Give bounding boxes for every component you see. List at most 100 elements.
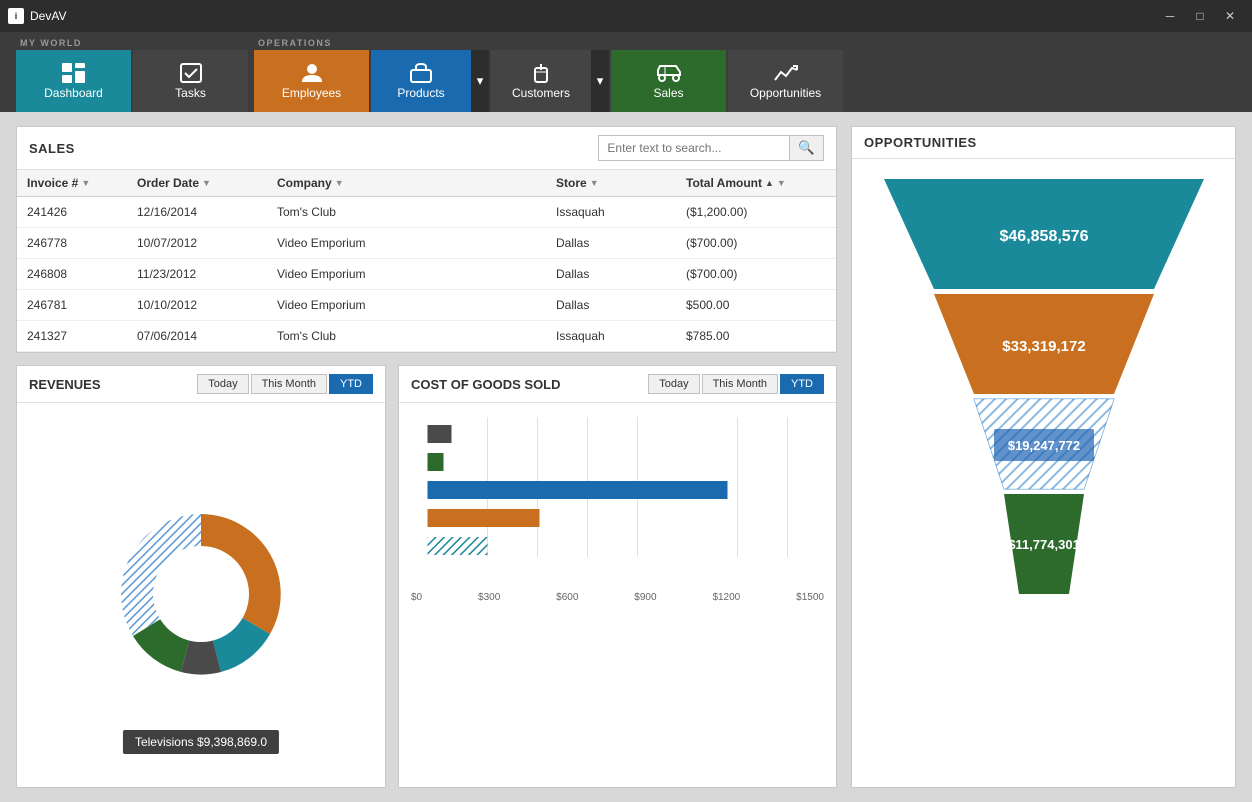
filter-icon-invoice[interactable]: ▼	[81, 178, 90, 188]
axis-label-600: $600	[556, 592, 578, 603]
nav-tile-employees[interactable]: Employees	[254, 50, 369, 112]
funnel-chart: $46,858,576 $33,319,172 $19,247,772 $11,…	[874, 179, 1214, 679]
td-store: Dallas	[546, 228, 676, 258]
axis-label-0: $0	[411, 592, 422, 603]
td-store: Dallas	[546, 290, 676, 320]
search-input[interactable]	[599, 137, 789, 159]
revenues-btn-ytd[interactable]: YTD	[329, 374, 373, 394]
svg-text:$19,247,772: $19,247,772	[1007, 438, 1079, 453]
table-header: Invoice # ▼ Order Date ▼ Company ▼ Store…	[17, 170, 836, 197]
titlebar: i DevAV ─ □ ✕	[0, 0, 1252, 32]
nav-tile-opportunities[interactable]: Opportunities	[728, 50, 843, 112]
revenues-panel: REVENUES Today This Month YTD	[16, 365, 386, 788]
nav-tile-sales[interactable]: Sales	[611, 50, 726, 112]
nav-tile-dashboard[interactable]: Dashboard	[16, 50, 131, 112]
td-company: Tom's Club	[267, 321, 546, 351]
td-invoice: 241426	[17, 197, 127, 227]
nav-tile-products[interactable]: Products	[371, 50, 471, 112]
my-world-label: MY WORLD	[16, 36, 248, 50]
cogs-btn-today[interactable]: Today	[648, 374, 699, 394]
filter-icon-date[interactable]: ▼	[202, 178, 211, 188]
customers-label: Customers	[512, 86, 570, 100]
td-date: 11/23/2012	[127, 259, 267, 289]
axis-label-1200: $1200	[712, 592, 740, 603]
td-invoice: 246778	[17, 228, 127, 258]
cogs-btn-group: Today This Month YTD	[648, 374, 824, 394]
th-store: Store ▼	[546, 170, 676, 196]
table-row[interactable]: 241426 12/16/2014 Tom's Club Issaquah ($…	[17, 197, 836, 228]
opportunities-label: Opportunities	[750, 86, 821, 100]
nav-tile-customers-wrapper: Customers ▾	[491, 50, 609, 112]
main-content: SALES 🔍 Invoice # ▼ Order Date ▼ Company	[0, 112, 1252, 802]
left-panel: SALES 🔍 Invoice # ▼ Order Date ▼ Company	[16, 126, 837, 788]
sales-panel: SALES 🔍 Invoice # ▼ Order Date ▼ Company	[16, 126, 837, 353]
opportunities-header: OPPORTUNITIES	[852, 127, 1235, 159]
close-button[interactable]: ✕	[1216, 6, 1244, 26]
th-order-date: Order Date ▼	[127, 170, 267, 196]
donut-chart	[51, 494, 351, 694]
table-body: 241426 12/16/2014 Tom's Club Issaquah ($…	[17, 197, 836, 352]
svg-text:$11,774,301: $11,774,301	[1008, 537, 1080, 552]
titlebar-left: i DevAV	[8, 8, 66, 24]
operations-label: OPERATIONS	[254, 36, 843, 50]
filter-icon-store[interactable]: ▼	[590, 178, 599, 188]
my-world-section: MY WORLD Dashboard	[16, 36, 248, 112]
td-company: Tom's Club	[267, 197, 546, 227]
td-invoice: 246781	[17, 290, 127, 320]
cogs-title: COST OF GOODS SOLD	[411, 377, 561, 392]
axis-label-1500: $1500	[796, 592, 824, 603]
filter-icon-company[interactable]: ▼	[335, 178, 344, 188]
titlebar-controls[interactable]: ─ □ ✕	[1156, 6, 1244, 26]
opportunities-icon	[773, 62, 799, 84]
minimize-button[interactable]: ─	[1156, 6, 1184, 26]
revenues-btn-today[interactable]: Today	[197, 374, 248, 394]
tasks-label: Tasks	[175, 86, 206, 100]
revenues-title: REVENUES	[29, 377, 101, 392]
sales-label: Sales	[653, 86, 683, 100]
td-amount: ($700.00)	[676, 259, 836, 289]
maximize-button[interactable]: □	[1186, 6, 1214, 26]
axis-label-300: $300	[478, 592, 500, 603]
cogs-btn-month[interactable]: This Month	[702, 374, 778, 394]
donut-tooltip: Televisions $9,398,869.0	[123, 730, 279, 754]
operations-section: OPERATIONS Employees	[254, 36, 843, 112]
revenues-header: REVENUES Today This Month YTD	[17, 366, 385, 403]
td-store: Issaquah	[546, 197, 676, 227]
td-invoice: 246808	[17, 259, 127, 289]
td-date: 07/06/2014	[127, 321, 267, 351]
opportunities-title: OPPORTUNITIES	[864, 135, 977, 150]
customers-arrow[interactable]: ▾	[591, 50, 609, 112]
td-date: 12/16/2014	[127, 197, 267, 227]
revenues-btn-group: Today This Month YTD	[197, 374, 373, 394]
table-row[interactable]: 246781 10/10/2012 Video Emporium Dallas …	[17, 290, 836, 321]
sales-header: SALES 🔍	[17, 127, 836, 170]
nav-tile-customers[interactable]: Customers	[491, 50, 591, 112]
td-company: Video Emporium	[267, 259, 546, 289]
nav-tile-tasks[interactable]: Tasks	[133, 50, 248, 112]
td-date: 10/10/2012	[127, 290, 267, 320]
tasks-icon	[179, 62, 203, 84]
search-button[interactable]: 🔍	[789, 136, 823, 160]
svg-text:$46,858,576: $46,858,576	[999, 228, 1088, 245]
sales-title: SALES	[29, 141, 75, 156]
td-store: Issaquah	[546, 321, 676, 351]
td-date: 10/07/2012	[127, 228, 267, 258]
table-row[interactable]: 246808 11/23/2012 Video Emporium Dallas …	[17, 259, 836, 290]
svg-text:$33,319,172: $33,319,172	[1002, 338, 1085, 355]
table-row[interactable]: 241327 07/06/2014 Tom's Club Issaquah $7…	[17, 321, 836, 352]
th-invoice: Invoice # ▼	[17, 170, 127, 196]
dashboard-label: Dashboard	[44, 86, 103, 100]
employees-label: Employees	[282, 86, 341, 100]
sales-icon	[656, 62, 682, 84]
table-row[interactable]: 246778 10/07/2012 Video Emporium Dallas …	[17, 228, 836, 259]
products-arrow[interactable]: ▾	[471, 50, 489, 112]
app-header: MY WORLD Dashboard	[0, 32, 1252, 112]
cogs-btn-ytd[interactable]: YTD	[780, 374, 824, 394]
sales-search[interactable]: 🔍	[598, 135, 824, 161]
td-amount: $500.00	[676, 290, 836, 320]
td-invoice: 241327	[17, 321, 127, 351]
cogs-panel: COST OF GOODS SOLD Today This Month YTD	[398, 365, 837, 788]
sort-icon-amount[interactable]: ▲	[765, 178, 774, 188]
filter-icon-amount[interactable]: ▼	[777, 178, 786, 188]
revenues-btn-month[interactable]: This Month	[251, 374, 327, 394]
